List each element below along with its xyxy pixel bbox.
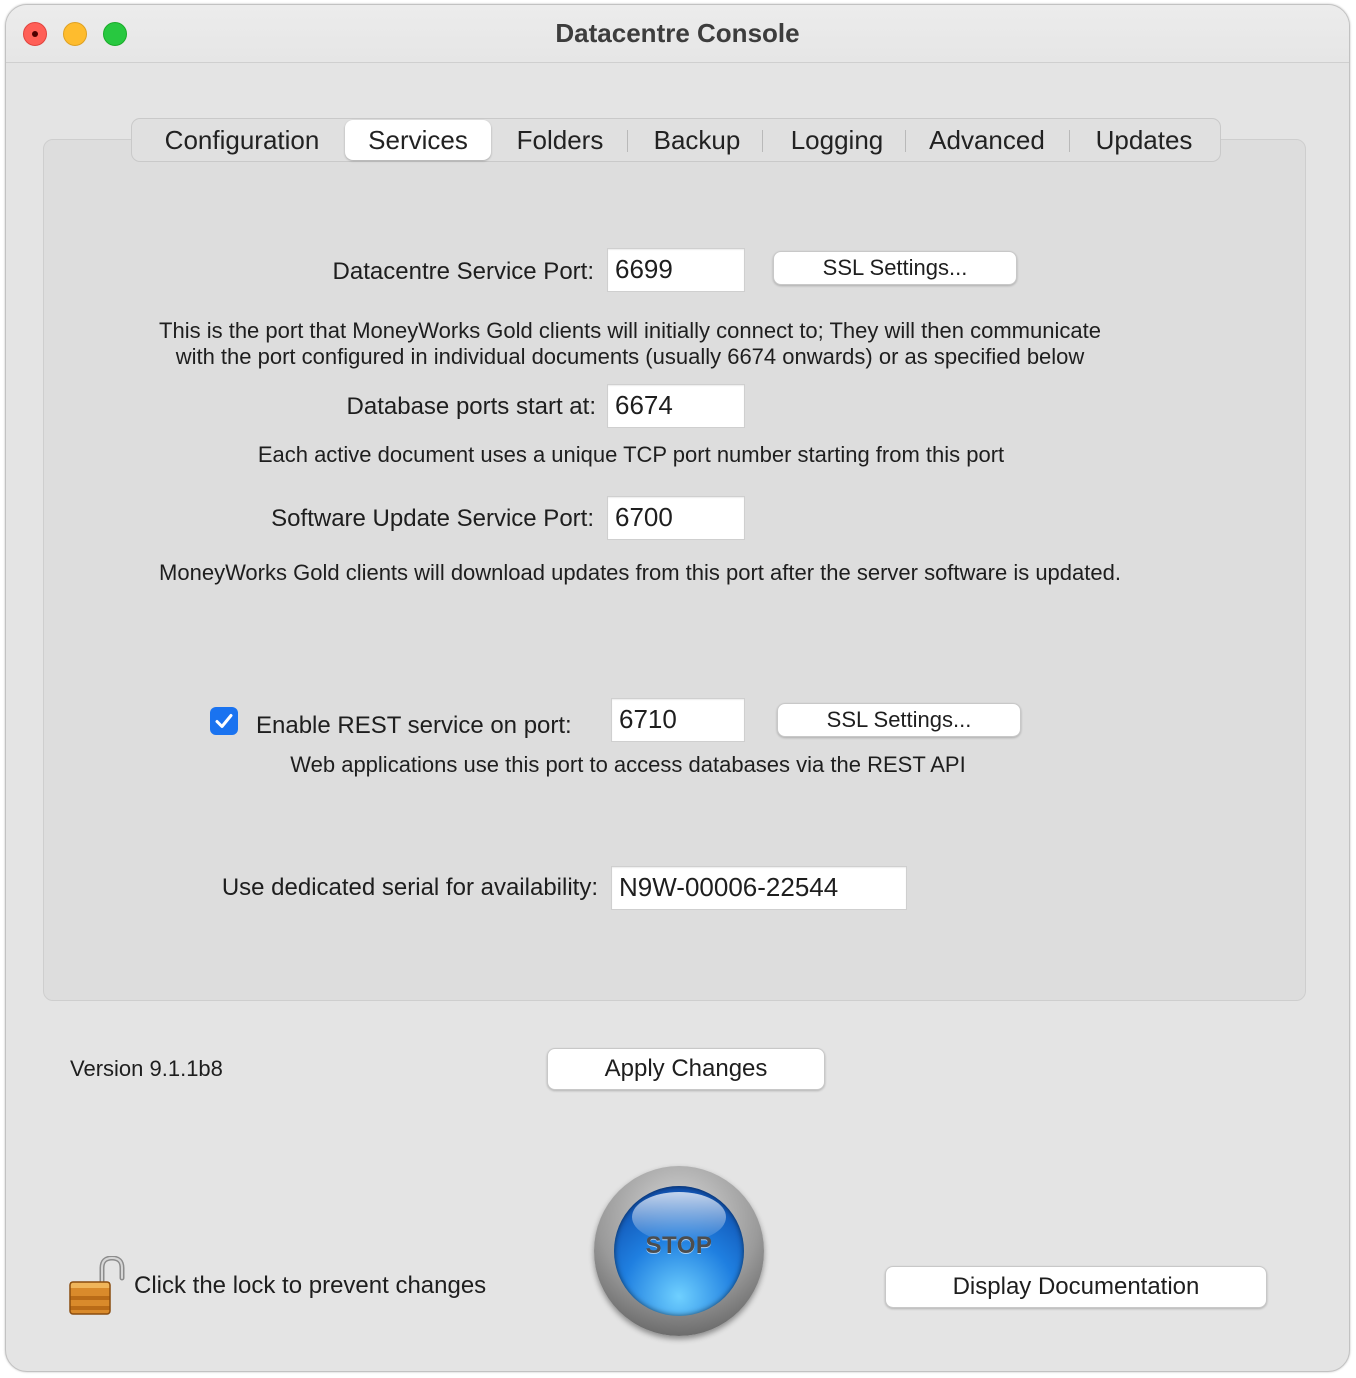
tab-separator <box>627 130 628 152</box>
tab-backup[interactable]: Backup <box>637 119 757 161</box>
database-ports-field[interactable]: 6674 <box>607 384 745 428</box>
rest-port-field[interactable]: 6710 <box>611 698 745 742</box>
tab-logging[interactable]: Logging <box>772 119 902 161</box>
enable-rest-label[interactable]: Enable REST service on port: <box>256 712 572 740</box>
database-ports-description: Each active document uses a unique TCP p… <box>257 442 1005 467</box>
stop-server-button[interactable]: STOP <box>594 1166 764 1336</box>
tab-services[interactable]: Services <box>345 120 491 160</box>
checkmark-icon <box>215 714 233 728</box>
lock-status-text: Click the lock to prevent changes <box>134 1272 487 1299</box>
rest-ssl-settings-button[interactable]: SSL Settings... <box>777 703 1021 737</box>
display-documentation-button[interactable]: Display Documentation <box>885 1266 1267 1308</box>
database-ports-label: Database ports start at: <box>346 393 596 420</box>
version-label: Version 9.1.1b8 <box>70 1056 223 1081</box>
tab-separator <box>762 130 763 152</box>
update-port-description: MoneyWorks Gold clients will download up… <box>159 560 1121 585</box>
lock-icon[interactable] <box>64 1255 126 1325</box>
tab-advanced[interactable]: Advanced <box>915 119 1059 161</box>
tab-bar: Configuration Services Folders Backup Lo… <box>131 118 1221 162</box>
update-port-field[interactable]: 6700 <box>607 496 745 540</box>
datacentre-port-description: This is the port that MoneyWorks Gold cl… <box>159 318 1101 343</box>
datacentre-port-label: Datacentre Service Port: <box>332 258 594 285</box>
window-title: Datacentre Console <box>555 18 800 48</box>
update-port-label: Software Update Service Port: <box>271 505 594 532</box>
stop-button-face[interactable]: STOP <box>614 1186 744 1316</box>
dedicated-serial-label: Use dedicated serial for availability: <box>221 874 598 901</box>
apply-changes-button[interactable]: Apply Changes <box>547 1048 825 1090</box>
datacentre-ssl-settings-button[interactable]: SSL Settings... <box>773 251 1017 285</box>
rest-description: Web applications use this port to access… <box>290 752 966 777</box>
tab-folders[interactable]: Folders <box>502 119 618 161</box>
tab-separator <box>905 130 906 152</box>
enable-rest-checkbox[interactable] <box>210 707 238 735</box>
datacentre-port-description: with the port configured in individual d… <box>175 344 1085 369</box>
tab-updates[interactable]: Updates <box>1079 119 1209 161</box>
dedicated-serial-field[interactable]: N9W-00006-22544 <box>611 866 907 910</box>
tab-configuration[interactable]: Configuration <box>142 119 342 161</box>
title-bar[interactable]: Datacentre Console <box>6 5 1349 63</box>
datacentre-port-field[interactable]: 6699 <box>607 248 745 292</box>
stop-button-label: STOP <box>645 1232 713 1259</box>
tab-separator <box>1069 130 1070 152</box>
